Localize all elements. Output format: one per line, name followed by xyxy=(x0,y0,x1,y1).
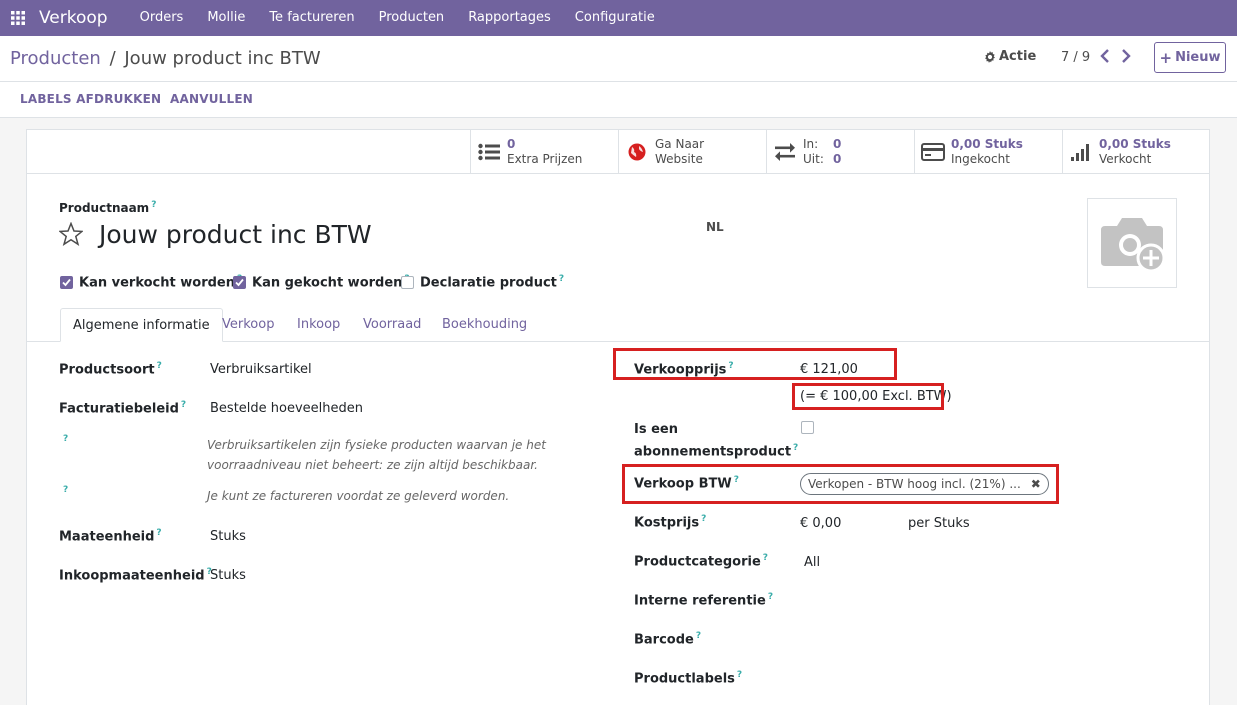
tab-accounting[interactable]: Boekhouding xyxy=(430,308,539,342)
action-bar: LABELS AFDRUKKEN AANVULLEN xyxy=(0,82,1237,118)
form-sheet: 0 Extra Prijzen Ga Naar Website In: 0 Ui… xyxy=(26,129,1210,705)
breadcrumb-current: Jouw product inc BTW xyxy=(124,48,321,69)
main-navbar: Verkoop Orders Mollie Te factureren Prod… xyxy=(0,0,1237,36)
action-menu-label: Actie xyxy=(999,49,1037,64)
menu-orders[interactable]: Orders xyxy=(128,0,196,36)
cost-label: Kostprijs? xyxy=(634,514,707,531)
in-label: In: xyxy=(803,136,819,151)
pager-previous-icon[interactable] xyxy=(1099,49,1111,67)
website-line2: Website xyxy=(655,151,703,166)
purchased-label: Ingekocht xyxy=(951,151,1010,166)
replenish-button[interactable]: AANVULLEN xyxy=(170,92,253,106)
exchange-icon xyxy=(767,142,803,161)
website-button[interactable]: Ga Naar Website xyxy=(618,130,766,173)
plus-icon: + xyxy=(1159,48,1173,67)
control-panel: Producten / Jouw product inc BTW Actie 7… xyxy=(0,36,1237,82)
menu-to-invoice[interactable]: Te factureren xyxy=(257,0,366,36)
product-type-field[interactable]: Verbruiksartikel xyxy=(210,362,312,377)
extra-prices-count: 0 xyxy=(507,136,516,151)
breadcrumb-products[interactable]: Producten xyxy=(10,48,101,69)
list-icon xyxy=(471,143,507,161)
credit-card-icon xyxy=(915,142,951,161)
product-type-label: Productsoort? xyxy=(59,361,162,378)
can-be-purchased-checkbox[interactable] xyxy=(233,276,246,289)
product-type-hint: Verbruiksartikelen zijn fysieke producte… xyxy=(207,438,546,472)
cost-unit: per Stuks xyxy=(908,516,970,531)
menu-configuration[interactable]: Configuratie xyxy=(563,0,667,36)
product-tags-label: Productlabels? xyxy=(634,670,743,687)
smart-buttons: 0 Extra Prijzen Ga Naar Website In: 0 Ui… xyxy=(27,130,1209,174)
pager-value[interactable]: 7 / 9 xyxy=(1061,50,1090,65)
subscription-label: Is een abonnementsproduct? xyxy=(634,422,799,460)
extra-prices-label: Extra Prijzen xyxy=(507,151,583,166)
apps-menu-icon[interactable] xyxy=(0,0,36,36)
invoice-policy-field[interactable]: Bestelde hoeveelheden xyxy=(210,401,363,416)
sold-label: Verkocht xyxy=(1099,151,1152,166)
out-value: 0 xyxy=(833,151,842,166)
uom-field[interactable]: Stuks xyxy=(210,529,246,544)
hint2-tooltip-mark: ? xyxy=(63,485,69,495)
highlight-sales-price xyxy=(613,348,897,380)
highlight-sales-tax xyxy=(622,464,1059,504)
camera-plus-icon xyxy=(1101,218,1166,273)
globe-icon xyxy=(619,143,655,161)
print-labels-button[interactable]: LABELS AFDRUKKEN xyxy=(20,92,161,106)
can-be-sold-label: Kan verkocht worden? xyxy=(79,274,242,291)
gear-icon xyxy=(985,50,995,63)
purchased-button[interactable]: 0,00 Stuks Ingekocht xyxy=(914,130,1062,173)
invoice-policy-hint: Je kunt ze factureren voordat ze gelever… xyxy=(207,489,510,503)
purchase-uom-field[interactable]: Stuks xyxy=(210,568,246,583)
tab-inventory[interactable]: Voorraad xyxy=(351,308,433,342)
product-name-field[interactable]: Jouw product inc BTW xyxy=(99,220,372,249)
highlight-excl-tax xyxy=(792,383,944,410)
uom-label: Maateenheid? xyxy=(59,528,162,545)
expense-product-label: Declaratie product? xyxy=(420,274,565,291)
hint1-tooltip-mark: ? xyxy=(63,434,69,444)
menu-reporting[interactable]: Rapportages xyxy=(456,0,563,36)
new-button[interactable]: + Nieuw xyxy=(1154,42,1226,73)
tab-sales[interactable]: Verkoop xyxy=(210,308,286,342)
sold-button[interactable]: 0,00 Stuks Verkocht xyxy=(1062,130,1210,173)
action-menu-button[interactable]: Actie xyxy=(984,49,1036,64)
sold-value: 0,00 Stuks xyxy=(1099,136,1171,151)
can-be-sold-checkbox[interactable] xyxy=(60,276,73,289)
invoice-policy-label: Facturatiebeleid? xyxy=(59,400,187,417)
star-icon[interactable] xyxy=(57,221,85,250)
category-field[interactable]: All xyxy=(804,555,820,570)
extra-prices-button[interactable]: 0 Extra Prijzen xyxy=(470,130,618,173)
subscription-checkbox[interactable] xyxy=(801,421,814,434)
menu-mollie[interactable]: Mollie xyxy=(195,0,257,36)
new-button-label: Nieuw xyxy=(1175,50,1221,65)
breadcrumb: Producten / Jouw product inc BTW xyxy=(10,48,321,69)
product-name-label: Productnaam? xyxy=(59,200,157,215)
internal-reference-label: Interne referentie? xyxy=(634,592,774,609)
website-line1: Ga Naar xyxy=(655,136,705,151)
can-be-purchased-label: Kan gekocht worden? xyxy=(252,274,410,291)
purchase-uom-label: Inkoopmaateenheid? xyxy=(59,567,212,584)
language-toggle[interactable]: NL xyxy=(706,220,724,234)
app-name[interactable]: Verkoop xyxy=(39,8,108,28)
signal-bars-icon xyxy=(1063,143,1099,161)
tab-general-info[interactable]: Algemene informatie xyxy=(60,308,223,342)
pager-next-icon[interactable] xyxy=(1120,49,1132,67)
expense-product-checkbox[interactable] xyxy=(401,276,414,289)
menu-products[interactable]: Producten xyxy=(367,0,457,36)
purchased-value: 0,00 Stuks xyxy=(951,136,1023,151)
product-image-upload[interactable] xyxy=(1087,198,1177,288)
tab-purchase[interactable]: Inkoop xyxy=(285,308,352,342)
in-value: 0 xyxy=(833,136,842,151)
notebook-tabs: Algemene informatie Verkoop Inkoop Voorr… xyxy=(27,308,1209,342)
in-out-button[interactable]: In: 0 Uit: 0 xyxy=(766,130,914,173)
breadcrumb-separator: / xyxy=(109,48,116,69)
cost-field[interactable]: € 0,00 xyxy=(800,516,841,531)
out-label: Uit: xyxy=(803,151,824,166)
category-label: Productcategorie? xyxy=(634,553,769,570)
barcode-label: Barcode? xyxy=(634,631,702,648)
